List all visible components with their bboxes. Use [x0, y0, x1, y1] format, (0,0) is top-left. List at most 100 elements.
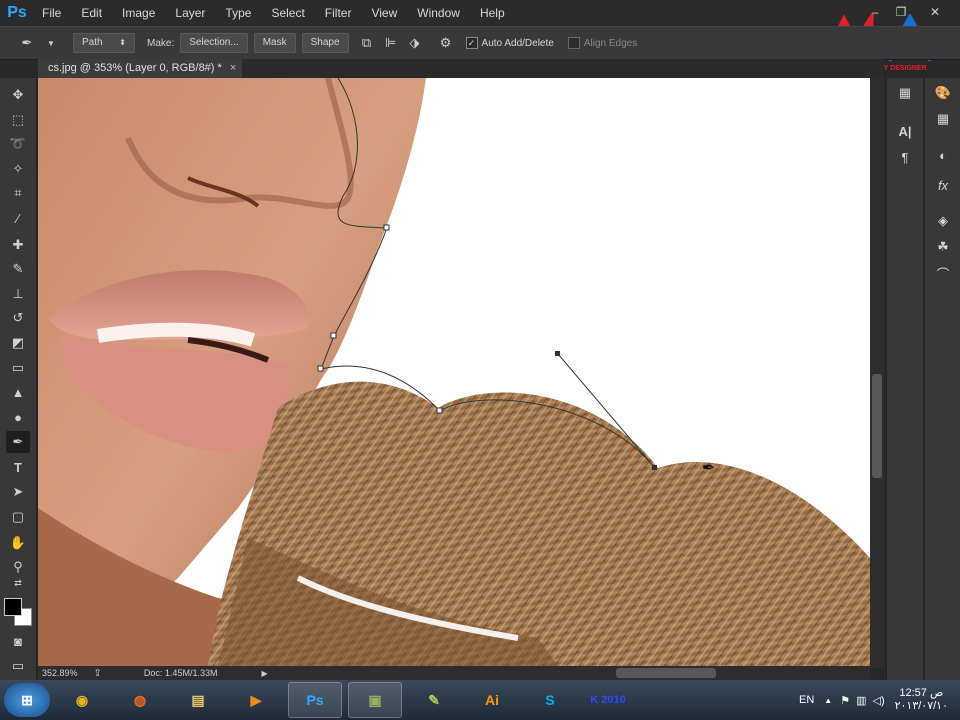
- foreground-color-swatch[interactable]: [4, 598, 22, 616]
- explorer-taskbar-icon[interactable]: ▤: [172, 683, 224, 717]
- menu-view[interactable]: View: [361, 0, 407, 26]
- document-tab-title: cs.jpg @ 353% (Layer 0, RGB/8#) *: [48, 62, 222, 74]
- menu-file[interactable]: File: [32, 0, 71, 26]
- notepad-taskbar-icon[interactable]: ✎: [408, 683, 460, 717]
- align-edges-option[interactable]: Align Edges: [567, 37, 638, 49]
- options-bar: ✒ ▼ Path ⬍ Make: Selection... Mask Shape …: [0, 26, 960, 60]
- menu-help[interactable]: Help: [470, 0, 515, 26]
- menu-bar: Ps File Edit Image Layer Type Select Fil…: [0, 0, 960, 26]
- document-tab[interactable]: cs.jpg @ 353% (Layer 0, RGB/8#) * ×: [38, 59, 243, 78]
- status-export-icon[interactable]: ⇪: [94, 668, 102, 679]
- firefox-taskbar-icon[interactable]: ◍: [114, 683, 166, 717]
- vertical-scrollbar[interactable]: [870, 78, 884, 668]
- panel-dock-right: 🎨 ▦ ◐ fx ◈ ☘ ⌒: [924, 78, 960, 680]
- auto-add-delete-checkbox[interactable]: ✓: [465, 37, 478, 49]
- pen-tool-preset-icon[interactable]: ✒: [18, 34, 36, 52]
- mode-select[interactable]: Path ⬍: [73, 33, 135, 53]
- eyedropper-tool-icon[interactable]: ⁄: [6, 207, 30, 229]
- menu-type[interactable]: Type: [215, 0, 261, 26]
- gradient-tool-icon[interactable]: ▭: [6, 357, 30, 379]
- close-tab-icon[interactable]: ×: [230, 59, 236, 78]
- camtasia-taskbar-icon[interactable]: ▣: [348, 682, 402, 718]
- styles-panel-icon[interactable]: fx: [932, 174, 954, 196]
- make-label: Make:: [147, 37, 175, 49]
- start-button[interactable]: ⊞: [4, 683, 50, 717]
- adjustments-panel-icon[interactable]: ◐: [932, 144, 954, 166]
- pen-cursor-icon: ✒: [702, 460, 716, 477]
- layers-panel-icon[interactable]: ◈: [932, 210, 954, 232]
- path-arrangement-icon[interactable]: ⬗: [406, 34, 424, 52]
- crop-tool-icon[interactable]: ⌗: [6, 182, 30, 204]
- gear-icon[interactable]: ⚙: [437, 34, 455, 52]
- history-panel-icon[interactable]: ▦: [894, 82, 916, 104]
- clock-date: ٢٠١٣/٠٧/١٠: [894, 700, 948, 712]
- rectangle-tool-icon[interactable]: ▢: [6, 506, 30, 528]
- swatches-panel-icon[interactable]: ▦: [932, 108, 954, 130]
- auto-add-delete-option[interactable]: ✓ Auto Add/Delete: [465, 37, 554, 49]
- clone-stamp-tool-icon[interactable]: ⊥: [6, 283, 30, 305]
- kaspersky-taskbar-icon[interactable]: K 2010: [582, 683, 634, 717]
- brush-tool-icon[interactable]: ✎: [6, 258, 30, 280]
- history-brush-tool-icon[interactable]: ↺: [6, 307, 30, 329]
- doc-info: Doc: 1.45M/1.33M: [143, 668, 218, 678]
- document-tab-bar: cs.jpg @ 353% (Layer 0, RGB/8#) * ×: [38, 59, 884, 78]
- illustrator-taskbar-icon[interactable]: Ai: [466, 683, 518, 717]
- magic-wand-tool-icon[interactable]: ✧: [6, 158, 30, 180]
- lasso-tool-icon[interactable]: ➰: [6, 133, 30, 155]
- horizontal-scroll-thumb[interactable]: [616, 668, 716, 678]
- pen-tool-icon[interactable]: ✒: [6, 431, 30, 453]
- swap-colors-icon[interactable]: ⇄: [6, 576, 30, 590]
- path-operations-icon[interactable]: ⧉: [358, 34, 376, 52]
- menu-filter[interactable]: Filter: [315, 0, 362, 26]
- menu-edit[interactable]: Edit: [71, 0, 112, 26]
- path-alignment-icon[interactable]: ⊫: [382, 34, 400, 52]
- network-icon[interactable]: ▥: [856, 694, 866, 707]
- zoom-tool-icon[interactable]: ⚲: [6, 556, 30, 578]
- character-panel-icon[interactable]: A|: [894, 120, 916, 142]
- select-arrow-icon: ⬍: [119, 38, 126, 47]
- menu-image[interactable]: Image: [112, 0, 165, 26]
- menu-window[interactable]: Window: [407, 0, 470, 26]
- selection-button[interactable]: Selection...: [180, 33, 248, 53]
- language-indicator[interactable]: EN: [799, 694, 814, 706]
- shape-button[interactable]: Shape: [301, 33, 349, 53]
- path-selection-tool-icon[interactable]: ➤: [6, 481, 30, 503]
- document-canvas[interactable]: ✒: [38, 78, 870, 666]
- photoshop-taskbar-icon[interactable]: Ps: [288, 682, 342, 718]
- paths-panel-icon[interactable]: ⌒: [932, 262, 954, 284]
- clock-time: 12:57 ص: [899, 687, 944, 699]
- type-tool-icon[interactable]: T: [6, 456, 30, 478]
- menu-layer[interactable]: Layer: [165, 0, 215, 26]
- system-tray: EN ▲ ⚑ ▥ ◁) 12:57 ص ٢٠١٣/٠٧/١٠: [799, 687, 960, 713]
- vertical-scroll-thumb[interactable]: [872, 374, 882, 478]
- media-player-taskbar-icon[interactable]: ▶: [230, 683, 282, 717]
- align-edges-checkbox[interactable]: [567, 37, 580, 49]
- mask-button[interactable]: Mask: [253, 33, 296, 53]
- healing-brush-tool-icon[interactable]: ✚: [6, 234, 30, 256]
- paragraph-panel-icon[interactable]: ¶: [894, 146, 916, 168]
- quick-mask-icon[interactable]: ◙: [6, 630, 30, 652]
- marquee-tool-icon[interactable]: ⬚: [6, 109, 30, 131]
- tray-expand-icon[interactable]: ▲: [824, 696, 832, 705]
- menu-select[interactable]: Select: [261, 0, 314, 26]
- move-tool-icon[interactable]: ✥: [6, 84, 30, 106]
- dodge-tool-icon[interactable]: ●: [6, 406, 30, 428]
- align-edges-label: Align Edges: [583, 37, 638, 49]
- skype-taskbar-icon[interactable]: S: [524, 683, 576, 717]
- clock[interactable]: 12:57 ص ٢٠١٣/٠٧/١٠: [895, 687, 948, 713]
- blur-tool-icon[interactable]: ▲: [6, 381, 30, 403]
- action-center-icon[interactable]: ⚑: [840, 694, 850, 707]
- screen-mode-icon[interactable]: ▭: [6, 655, 30, 677]
- color-palette-icon[interactable]: 🎨: [932, 82, 954, 104]
- channels-panel-icon[interactable]: ☘: [932, 236, 954, 258]
- panel-dock-left: ▦ A| ¶: [886, 78, 923, 680]
- status-bar: 352.89% ⇪ Doc: 1.45M/1.33M ▶: [38, 666, 338, 680]
- eraser-tool-icon[interactable]: ◩: [6, 332, 30, 354]
- hand-tool-icon[interactable]: ✋: [6, 532, 30, 554]
- chrome-taskbar-icon[interactable]: ◉: [56, 683, 108, 717]
- zoom-level[interactable]: 352.89%: [42, 668, 78, 678]
- windows-taskbar: ⊞ ◉ ◍ ▤ ▶ Ps ▣ ✎ Ai S K 2010 EN ▲ ⚑ ▥ ◁)…: [0, 680, 960, 720]
- chevron-down-icon[interactable]: ▼: [42, 34, 60, 52]
- volume-icon[interactable]: ◁): [872, 694, 884, 707]
- status-menu-arrow-icon[interactable]: ▶: [261, 669, 267, 678]
